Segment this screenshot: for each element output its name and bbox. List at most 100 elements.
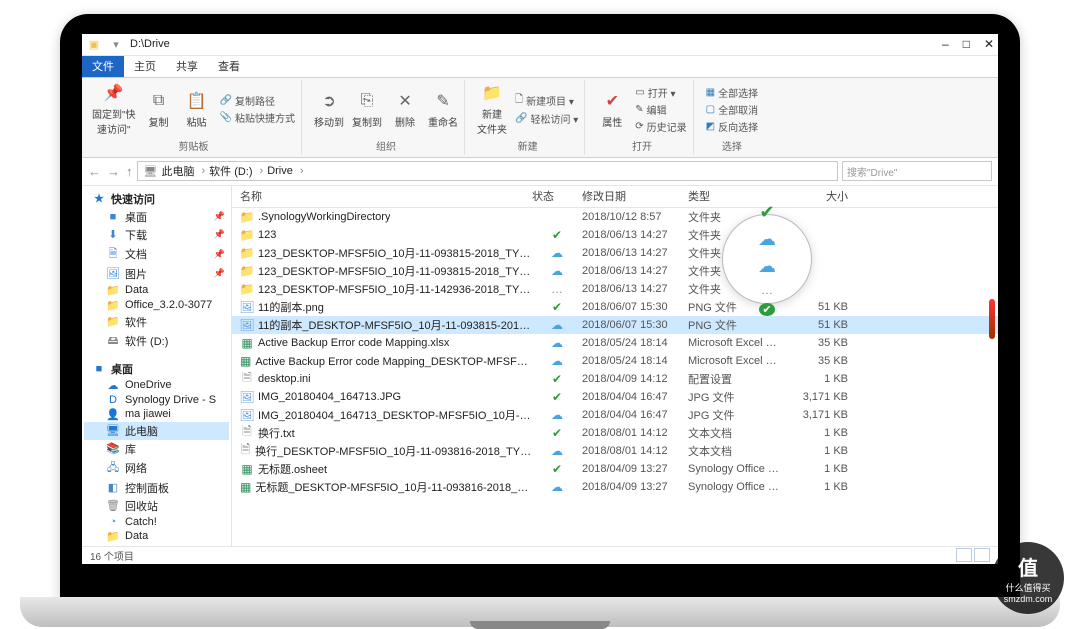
sidebar-item[interactable]: DSynology Drive - S (84, 393, 229, 407)
sidebar-item[interactable]: 🖴软件 (D:) (84, 331, 229, 352)
invert-button[interactable]: ◩反向选择 (706, 119, 758, 134)
newitem-icon: 🗋 (515, 92, 523, 109)
moveto-button[interactable]: ➲移动到 (314, 90, 344, 129)
file-status: ✔ (532, 300, 582, 314)
view-details-icon[interactable] (956, 548, 972, 562)
file-row[interactable]: 📁123_DESKTOP-MFSF5IO_10月-11-093815-2018_… (232, 244, 998, 262)
sidebar-item[interactable]: 🗑回收站 (84, 497, 229, 515)
breadcrumb[interactable]: 🖥 此电脑 软件 (D:) Drive (137, 161, 839, 181)
file-row[interactable]: 📁123_DESKTOP-MFSF5IO_10月-11-093815-2018_… (232, 262, 998, 280)
pasteshortcut-button[interactable]: 📎粘贴快捷方式 (220, 110, 295, 125)
file-row[interactable]: 🖼IMG_20180404_164713.JPG✔2018/04/04 16:4… (232, 388, 998, 406)
sidebar-item-label: Office_3.2.0-3077 (125, 299, 212, 311)
copyto-button[interactable]: ⎘复制到 (352, 90, 382, 129)
sidebar-item[interactable]: 📁 Office_3.2.0-3077 (84, 298, 229, 313)
sidebar-item[interactable]: 📁软件 (84, 313, 229, 331)
file-status: ☁ (532, 408, 582, 422)
sidebar-item[interactable]: ◧控制面板 (84, 479, 229, 497)
col-size[interactable]: 大小 (798, 188, 858, 204)
pin-button[interactable]: 📌固定到"快 速访问" (92, 82, 136, 136)
file-row[interactable]: 🗎换行.txt✔2018/08/01 14:12文本文档1 KB (232, 424, 998, 442)
sidebar-item-label: 文档 (125, 246, 147, 262)
sidebar-item[interactable]: 📚库 (84, 440, 229, 458)
file-size: 1 KB (798, 373, 858, 385)
file-row[interactable]: 🖼IMG_20180404_164713_DESKTOP-MFSF5IO_10月… (232, 406, 998, 424)
paste-button[interactable]: 📋粘贴 (182, 90, 212, 129)
col-type[interactable]: 类型 (688, 188, 798, 204)
sidebar-item[interactable]: ■桌面📌 (84, 208, 229, 226)
copy-button[interactable]: ⧉复制 (144, 90, 174, 129)
sidebar-item[interactable]: ☁OneDrive (84, 378, 229, 393)
tab-share[interactable]: 共享 (166, 56, 208, 77)
tab-file[interactable]: 文件 (82, 56, 124, 77)
col-date[interactable]: 修改日期 (582, 188, 688, 204)
up-button[interactable]: ↑ (126, 164, 133, 179)
sidebar-item[interactable]: 👤ma jiawei (84, 407, 229, 422)
copypath-button[interactable]: 🔗复制路径 (220, 93, 295, 108)
folder-icon: 📁 (240, 246, 254, 260)
sidebar-item[interactable]: 🖧网络 (84, 458, 229, 479)
sidebar-item[interactable]: ■桌面 (84, 360, 229, 378)
col-status[interactable]: 状态 (532, 188, 582, 204)
tab-view[interactable]: 查看 (208, 56, 250, 77)
file-status: ✔ (532, 228, 582, 242)
newitem-button[interactable]: 🗋新建项目 ▾ (515, 92, 578, 109)
sidebar-item[interactable]: 🗎文档📌 (84, 244, 229, 265)
minimize-button[interactable]: – (942, 37, 949, 51)
selectnone-button[interactable]: ▢全部取消 (706, 102, 758, 117)
sidebar-item[interactable]: 🖥此电脑 (84, 422, 229, 440)
sidebar-item[interactable]: ◔Catch! (84, 515, 229, 529)
sidebar-item[interactable]: 📁软件 (84, 544, 229, 546)
file-type: JPG 文件 (688, 407, 798, 423)
file-row[interactable]: 🗎desktop.ini✔2018/04/09 14:12配置设置1 KB (232, 370, 998, 388)
file-size: 1 KB (798, 427, 858, 439)
jpg-icon: 🖼 (240, 408, 254, 422)
file-row[interactable]: 🖼11的副本_DESKTOP-MFSF5IO_10月-11-093815-201… (232, 316, 998, 334)
file-row[interactable]: 📁123_DESKTOP-MFSF5IO_10月-11-142936-2018_… (232, 280, 998, 298)
sidebar-item[interactable]: ★快速访问 (84, 190, 229, 208)
file-date: 2018/04/09 13:27 (582, 481, 688, 493)
newfolder-button[interactable]: 📁新建 文件夹 (477, 82, 507, 136)
sidebar-item[interactable]: 📁Data (84, 529, 229, 544)
file-name: Active Backup Error code Mapping_DESKTOP… (255, 353, 532, 369)
file-row[interactable]: ▦Active Backup Error code Mapping.xlsx☁2… (232, 334, 998, 352)
file-status: ☁ (532, 336, 582, 350)
file-row[interactable]: 🖼11的副本.png✔2018/06/07 15:30PNG 文件51 KB (232, 298, 998, 316)
sidebar-item[interactable]: 📁Data (84, 283, 229, 298)
file-row[interactable]: ▦Active Backup Error code Mapping_DESKTO… (232, 352, 998, 370)
maximize-button[interactable]: □ (963, 37, 970, 51)
file-size: 1 KB (798, 463, 858, 475)
col-name[interactable]: 名称 (232, 188, 532, 204)
view-large-icon[interactable] (974, 548, 990, 562)
back-button[interactable]: ← (88, 164, 101, 179)
selectall-button[interactable]: ▦全部选择 (706, 85, 758, 100)
sidebar-item-label: 下载 (125, 227, 147, 243)
column-headers[interactable]: 名称 状态 修改日期 类型 大小 (232, 186, 998, 208)
history-button[interactable]: ⟳历史记录 (635, 119, 686, 134)
file-name: desktop.ini (258, 373, 311, 385)
magnifier-overlay: ✔ ☁ ☁ … ✔ (722, 214, 812, 304)
selectall-icon: ▦ (706, 87, 715, 98)
file-row[interactable]: 📁.SynologyWorkingDirectory2018/10/12 8:5… (232, 208, 998, 226)
group-open: 打开 (597, 137, 686, 155)
file-row[interactable]: ▦无标题_DESKTOP-MFSF5IO_10月-11-093816-2018_… (232, 478, 998, 496)
file-date: 2018/04/04 16:47 (582, 409, 688, 421)
easyaccess-button[interactable]: 🔗轻松访问 ▾ (515, 111, 578, 126)
file-row[interactable]: 🗎换行_DESKTOP-MFSF5IO_10月-11-093816-2018_T… (232, 442, 998, 460)
file-row[interactable]: ▦无标题.osheet✔2018/04/09 13:27Synology Off… (232, 460, 998, 478)
sidebar-item[interactable]: ⬇下载📌 (84, 226, 229, 244)
properties-button[interactable]: ✔属性 (597, 90, 627, 129)
rename-button[interactable]: ✎重命名 (428, 90, 458, 129)
file-date: 2018/05/24 18:14 (582, 355, 688, 367)
file-row[interactable]: 📁123✔2018/06/13 14:27文件夹 (232, 226, 998, 244)
edit-button[interactable]: ✎编辑 (635, 102, 686, 117)
delete-button[interactable]: ✕删除 (390, 90, 420, 129)
forward-button[interactable]: → (107, 164, 120, 179)
sidebar-item[interactable]: 🖼图片📌 (84, 265, 229, 283)
tab-home[interactable]: 主页 (124, 56, 166, 77)
close-button[interactable]: ✕ (984, 37, 994, 51)
delete-icon: ✕ (394, 90, 416, 112)
open-button[interactable]: ▭打开 ▾ (635, 85, 686, 100)
sidebar-item-icon: 📁 (106, 299, 120, 312)
search-input[interactable]: 搜索"Drive" (842, 161, 992, 181)
